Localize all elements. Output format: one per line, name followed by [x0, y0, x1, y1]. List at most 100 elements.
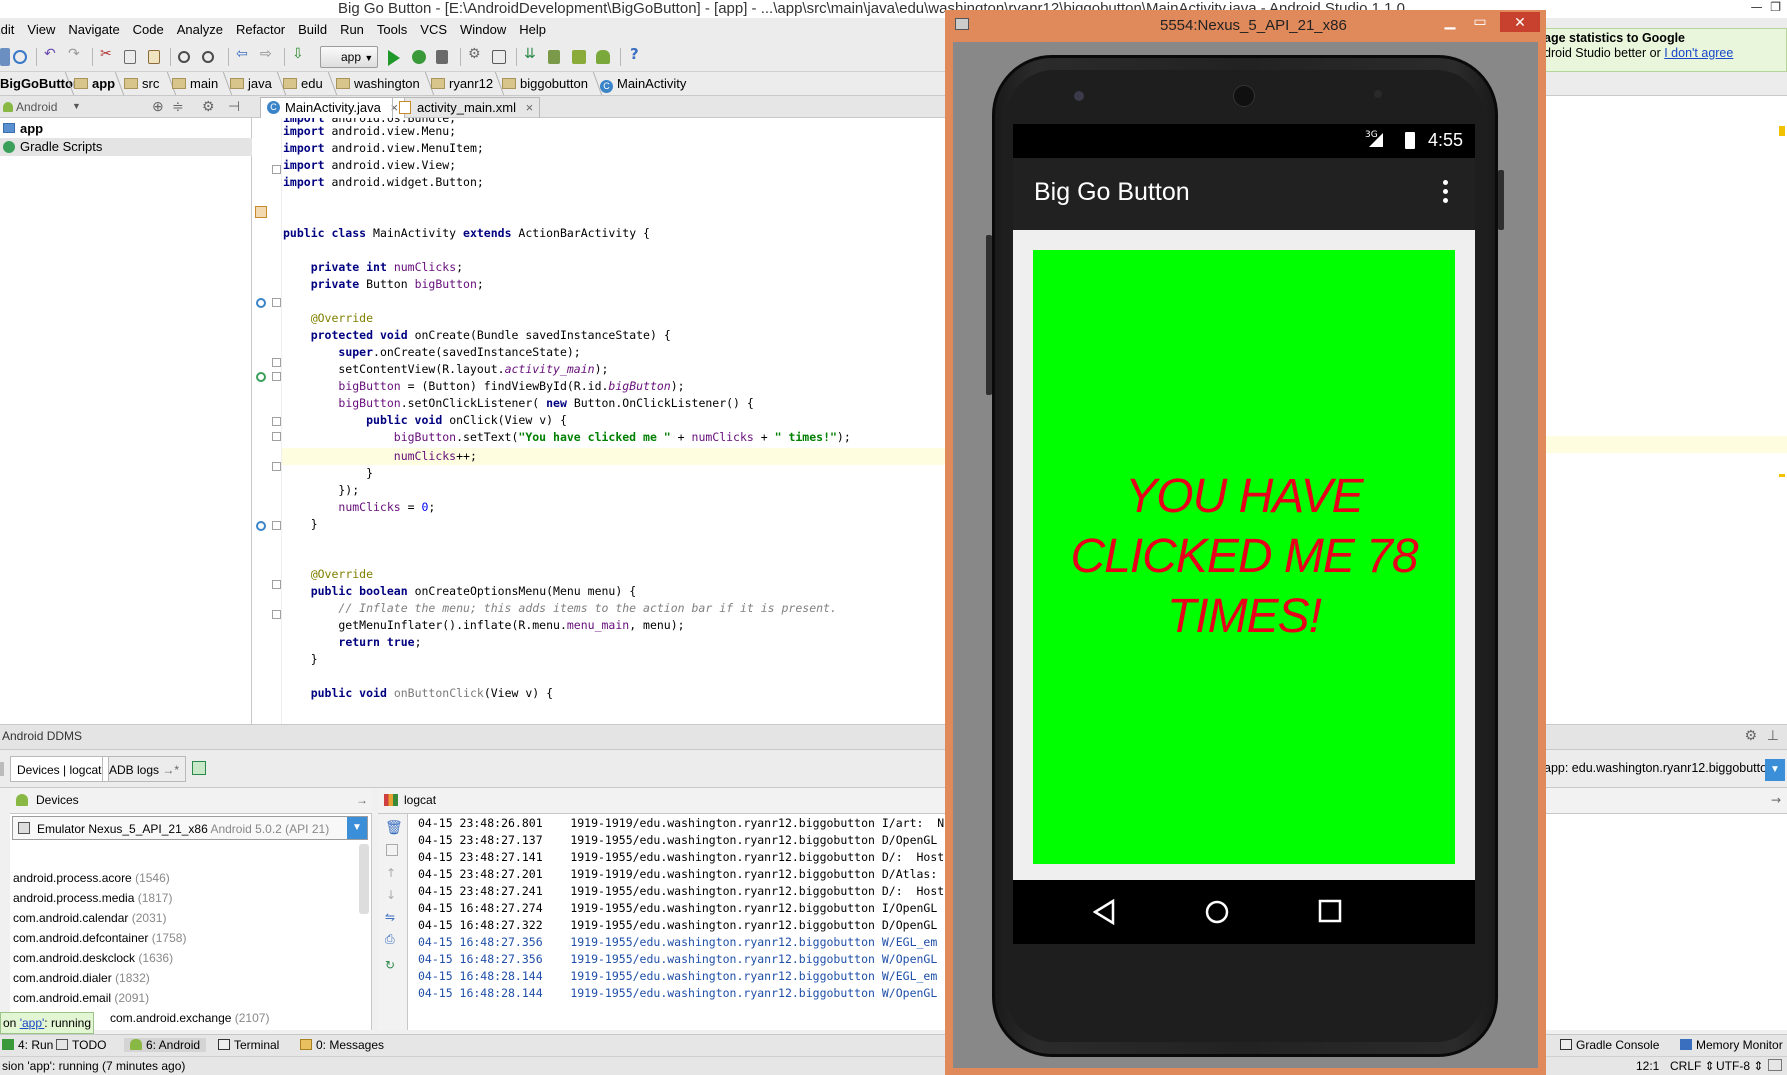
debug-icon[interactable] [412, 50, 426, 64]
menu-window[interactable]: Window [454, 18, 513, 37]
chevron-down-icon[interactable]: ▼ [72, 101, 81, 111]
hide-panel-icon[interactable]: ⊥ [1767, 728, 1779, 744]
list-item[interactable]: com.android.exchange (2107) [110, 1011, 269, 1031]
device-select[interactable]: Emulator Nexus_5_API_21_x86 Android 5.0.… [12, 816, 368, 840]
run-icon[interactable] [388, 50, 400, 66]
collapse-all-icon[interactable]: ≑ [172, 98, 184, 115]
tab-messages[interactable]: 0: Messages [300, 1038, 384, 1052]
breadcrumb-java[interactable]: java [230, 76, 272, 91]
breadcrumb-mainactivity[interactable]: C MainActivity [600, 76, 686, 93]
list-item[interactable]: android.process.acore (1546) [13, 871, 170, 891]
fold-marker-icon[interactable] [272, 462, 281, 471]
run-config-select[interactable]: app ▼ [320, 46, 378, 68]
line-separator[interactable]: CRLF ⇕ [1670, 1059, 1715, 1073]
list-item[interactable]: com.android.deskclock (1636) [13, 951, 173, 971]
fold-marker-icon[interactable] [272, 372, 281, 381]
back-icon[interactable]: ⇦ [236, 46, 254, 64]
package-filter[interactable]: app: edu.washington.ryanr12.biggobutton … [1544, 757, 1787, 783]
overflow-menu-icon[interactable] [1443, 180, 1449, 206]
breadcrumb-app[interactable]: app [74, 76, 115, 91]
fold-marker-icon[interactable] [272, 432, 281, 441]
tree-item-app[interactable]: app [0, 120, 252, 138]
fold-marker-icon[interactable] [272, 298, 281, 307]
help-icon[interactable]: ? [630, 45, 648, 63]
undo-icon[interactable]: ↶ [44, 46, 62, 64]
fold-marker-icon[interactable] [272, 165, 281, 174]
menu-refactor[interactable]: Refactor [230, 18, 292, 37]
menu-view[interactable]: View [21, 18, 62, 37]
maximize-icon[interactable]: ▭ [1468, 13, 1492, 31]
up-icon[interactable]: ↑ [386, 866, 396, 880]
lock-icon[interactable] [1768, 1059, 1782, 1071]
list-item[interactable]: com.android.defcontainer (1758) [13, 931, 186, 951]
menu-code[interactable]: Code [127, 18, 171, 37]
list-item[interactable]: com.android.dialer (1832) [13, 971, 150, 991]
settings-icon[interactable]: ⚙ [468, 46, 486, 64]
tab-run[interactable]: 4: Run [2, 1038, 53, 1052]
notification-decline-link[interactable]: I don't agree [1664, 46, 1733, 60]
scroll-to-end-icon[interactable] [386, 844, 398, 856]
sdk-manager-icon[interactable] [572, 50, 586, 64]
breadcrumb-src[interactable]: src [124, 76, 159, 91]
tab-todo[interactable]: TODO [56, 1038, 106, 1052]
save-all-icon[interactable] [0, 48, 10, 66]
project-view-select[interactable]: Android [3, 100, 57, 114]
make-project-icon[interactable]: ⇩ [292, 46, 310, 64]
breadcrumb-biggobutton[interactable]: biggobutton [502, 76, 588, 91]
menu-vcs[interactable]: VCS [414, 18, 454, 37]
tab-memory-monitor[interactable]: Memory Monitor [1680, 1038, 1783, 1052]
chevron-down-icon[interactable]: ▼ [347, 817, 367, 839]
list-item[interactable]: android.process.media (1817) [13, 891, 172, 911]
menu-analyze[interactable]: Analyze [171, 18, 230, 37]
project-structure-icon[interactable] [492, 50, 506, 64]
fold-marker-icon[interactable] [272, 521, 281, 530]
down-icon[interactable]: ↓ [386, 888, 396, 902]
volume-button[interactable] [986, 235, 992, 395]
menu-run[interactable]: Run [334, 18, 371, 37]
file-encoding[interactable]: UTF-8 ⇕ [1716, 1059, 1763, 1073]
breadcrumb-main[interactable]: main [172, 76, 218, 91]
sync-gradle-icon[interactable]: ⇊ [524, 46, 542, 64]
soft-wrap-icon[interactable]: ⇋ [385, 910, 395, 924]
gear-icon[interactable]: ⚙ [202, 98, 215, 115]
android-device-monitor-icon[interactable] [596, 50, 610, 64]
fold-marker-icon[interactable] [272, 580, 281, 589]
tab-gradle-console[interactable]: Gradle Console [1560, 1038, 1659, 1052]
menu-edit[interactable]: Edit [0, 18, 21, 37]
breadcrumb-washington[interactable]: washington [336, 76, 420, 91]
tab-devices-logcat[interactable]: Devices | logcat [10, 756, 109, 782]
chevron-down-icon[interactable]: ▼ [1765, 759, 1785, 781]
tab-activity-main-xml[interactable]: activity_main.xml × [392, 97, 541, 118]
minimize-icon[interactable]: ▁ [1438, 13, 1462, 31]
attach-debugger-icon[interactable] [436, 50, 448, 64]
list-item[interactable]: com.android.calendar (2031) [13, 911, 166, 931]
pin-icon[interactable]: → [356, 793, 368, 807]
scroll-from-source-icon[interactable]: ⊕ [152, 98, 164, 115]
breadcrumb-edu[interactable]: edu [283, 76, 323, 91]
forward-icon[interactable]: ⇨ [260, 46, 278, 64]
avd-manager-icon[interactable] [548, 50, 560, 64]
breadcrumb-ryanr12[interactable]: ryanr12 [431, 76, 493, 91]
trash-icon[interactable]: 🗑 [385, 820, 403, 836]
menu-navigate[interactable]: Navigate [62, 18, 126, 37]
redo-icon[interactable]: ↷ [68, 46, 86, 64]
tooltip-link[interactable]: 'app' [20, 1016, 45, 1030]
print-icon[interactable]: ⎙ [385, 932, 395, 947]
tab-mainactivity-java[interactable]: C MainActivity.java × [260, 97, 406, 118]
restart-icon[interactable]: ↻ [385, 958, 395, 972]
close-icon[interactable]: ✕ [1500, 12, 1540, 32]
menu-help[interactable]: Help [513, 18, 553, 37]
find-icon[interactable] [178, 51, 190, 63]
power-button[interactable] [1498, 170, 1504, 230]
screen-capture-icon[interactable] [192, 761, 206, 775]
list-item[interactable]: com.android.email (2091) [13, 991, 149, 1011]
back-icon[interactable] [1093, 899, 1115, 925]
caret-position[interactable]: 12:1 [1636, 1059, 1659, 1073]
pin-icon[interactable]: → [1771, 793, 1781, 807]
tree-item-gradle-scripts[interactable]: Gradle Scripts [0, 138, 252, 156]
fold-marker-icon[interactable] [272, 358, 281, 367]
menu-tools[interactable]: Tools [371, 18, 414, 37]
recents-icon[interactable] [1318, 899, 1342, 923]
big-go-button[interactable]: YOU HAVE CLICKED ME 78 TIMES! [1033, 250, 1455, 864]
gear-icon[interactable]: ⚙ [1744, 728, 1757, 744]
